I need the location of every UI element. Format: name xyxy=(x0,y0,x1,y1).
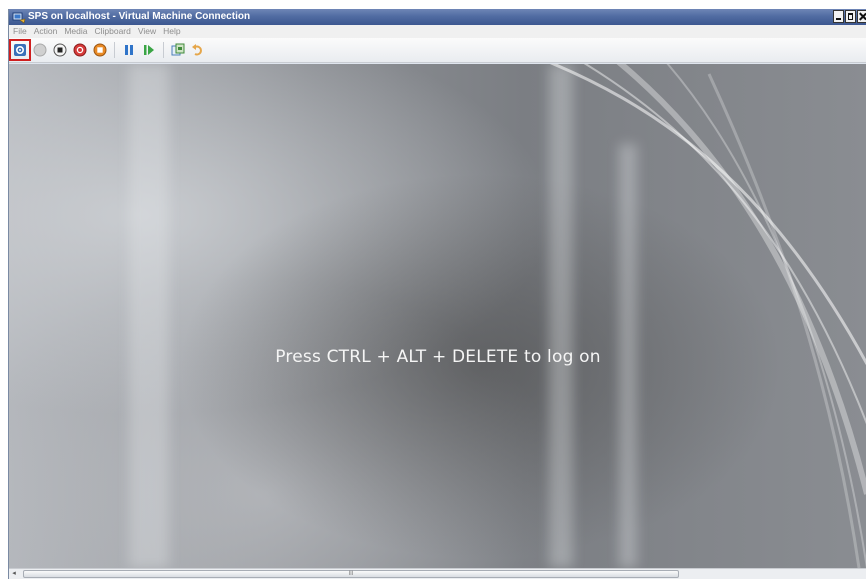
menu-view[interactable]: View xyxy=(138,25,156,38)
maximize-button[interactable] xyxy=(845,10,856,23)
toolbar-separator xyxy=(163,42,164,58)
menu-file[interactable]: File xyxy=(13,25,27,38)
menu-action[interactable]: Action xyxy=(34,25,58,38)
ctrl-alt-del-icon xyxy=(14,44,26,56)
revert-icon xyxy=(192,44,202,56)
revert-button[interactable] xyxy=(190,42,206,58)
shut-down-icon xyxy=(73,43,87,57)
reset-button[interactable] xyxy=(141,42,157,58)
snapshot-icon xyxy=(171,43,185,56)
start-button[interactable] xyxy=(32,42,48,58)
logon-prompt: Press CTRL + ALT + DELETE to log on xyxy=(275,347,601,367)
scrollbar-grip: III xyxy=(348,571,354,577)
toolbar xyxy=(9,38,866,63)
menu-clipboard[interactable]: Clipboard xyxy=(94,25,130,38)
turn-off-icon xyxy=(53,43,67,57)
menu-help[interactable]: Help xyxy=(163,25,180,38)
horizontal-scrollbar[interactable]: ◂ III xyxy=(9,568,866,579)
scroll-left-arrow[interactable]: ◂ xyxy=(9,569,19,579)
reset-icon xyxy=(144,45,154,55)
vm-connection-icon xyxy=(12,12,26,24)
save-state-button[interactable] xyxy=(92,42,108,58)
background-swoosh xyxy=(549,64,866,568)
menu-bar: File Action Media Clipboard View Help xyxy=(9,25,866,38)
minimize-button[interactable] xyxy=(833,10,844,23)
title-bar[interactable]: SPS on localhost - Virtual Machine Conne… xyxy=(9,9,866,25)
close-button[interactable] xyxy=(857,10,866,23)
pause-button[interactable] xyxy=(121,42,137,58)
vm-screen[interactable]: Press CTRL + ALT + DELETE to log on xyxy=(9,64,866,568)
toolbar-separator xyxy=(114,42,115,58)
window-controls xyxy=(833,10,866,24)
save-state-icon xyxy=(93,43,107,57)
pause-icon xyxy=(125,45,133,55)
snapshot-button[interactable] xyxy=(170,42,186,58)
turn-off-button[interactable] xyxy=(52,42,68,58)
ctrl-alt-del-button[interactable] xyxy=(9,39,31,61)
menu-media[interactable]: Media xyxy=(64,25,87,38)
scrollbar-thumb[interactable]: III xyxy=(23,570,679,578)
vm-connection-window: SPS on localhost - Virtual Machine Conne… xyxy=(8,9,866,579)
start-icon xyxy=(33,43,47,57)
window-title: SPS on localhost - Virtual Machine Conne… xyxy=(28,11,251,22)
shut-down-button[interactable] xyxy=(72,42,88,58)
